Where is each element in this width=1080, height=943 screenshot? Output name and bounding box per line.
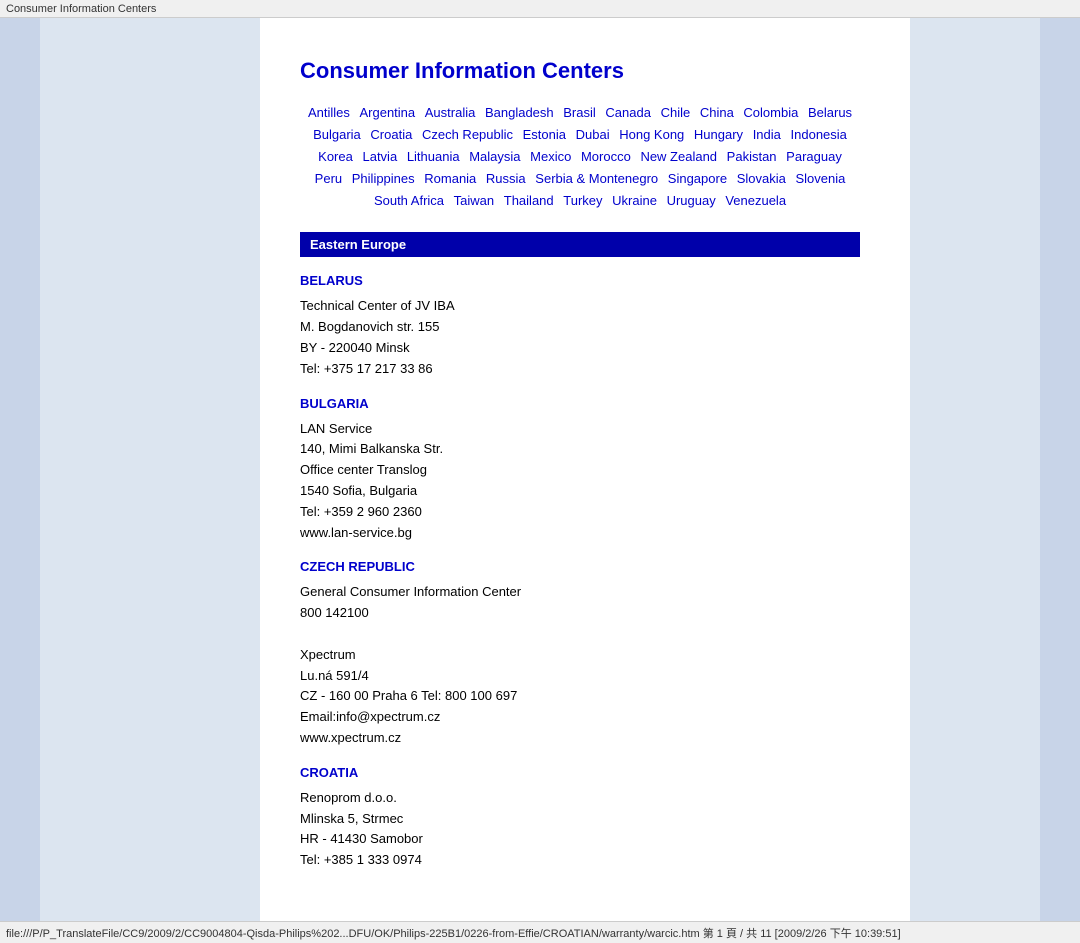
link-canada[interactable]: Canada <box>605 105 651 120</box>
country-info-bulgaria: LAN Service 140, Mimi Balkanska Str. Off… <box>300 419 860 544</box>
link-china[interactable]: China <box>700 105 734 120</box>
link-venezuela[interactable]: Venezuela <box>725 193 786 208</box>
link-australia[interactable]: Australia <box>425 105 476 120</box>
country-block-belarus: BELARUS Technical Center of JV IBA M. Bo… <box>300 273 860 379</box>
link-peru[interactable]: Peru <box>315 171 342 186</box>
link-ukraine[interactable]: Ukraine <box>612 193 657 208</box>
link-taiwan[interactable]: Taiwan <box>454 193 494 208</box>
country-info-czech-republic: General Consumer Information Center 800 … <box>300 582 860 748</box>
link-philippines[interactable]: Philippines <box>352 171 415 186</box>
country-name-croatia: CROATIA <box>300 765 860 780</box>
link-dubai[interactable]: Dubai <box>576 127 610 142</box>
link-antilles[interactable]: Antilles <box>308 105 350 120</box>
link-romania[interactable]: Romania <box>424 171 476 186</box>
link-uruguay[interactable]: Uruguay <box>667 193 716 208</box>
status-bar: file:///P/P_TranslateFile/CC9/2009/2/CC9… <box>0 921 1080 943</box>
link-hong-kong[interactable]: Hong Kong <box>619 127 684 142</box>
region-header: Eastern Europe <box>300 232 860 257</box>
right-panel <box>1040 18 1080 921</box>
right-inner-panel <box>910 18 1040 921</box>
link-belarus[interactable]: Belarus <box>808 105 852 120</box>
country-name-bulgaria: BULGARIA <box>300 396 860 411</box>
status-bar-text: file:///P/P_TranslateFile/CC9/2009/2/CC9… <box>6 925 901 941</box>
content-area: Consumer Information Centers Antilles Ar… <box>260 18 910 921</box>
link-serbia[interactable]: Serbia & Montenegro <box>535 171 658 186</box>
link-estonia[interactable]: Estonia <box>523 127 566 142</box>
link-colombia[interactable]: Colombia <box>743 105 798 120</box>
left-panel <box>0 18 40 921</box>
link-morocco[interactable]: Morocco <box>581 149 631 164</box>
country-block-bulgaria: BULGARIA LAN Service 140, Mimi Balkanska… <box>300 396 860 544</box>
link-lithuania[interactable]: Lithuania <box>407 149 460 164</box>
link-pakistan[interactable]: Pakistan <box>727 149 777 164</box>
page-title: Consumer Information Centers <box>300 58 860 84</box>
title-bar: Consumer Information Centers <box>0 0 1080 18</box>
country-name-belarus: BELARUS <box>300 273 860 288</box>
country-name-czech-republic: CZECH REPUBLIC <box>300 559 860 574</box>
link-south-africa[interactable]: South Africa <box>374 193 444 208</box>
country-info-croatia: Renoprom d.o.o. Mlinska 5, Strmec HR - 4… <box>300 788 860 871</box>
link-india[interactable]: India <box>753 127 781 142</box>
link-thailand[interactable]: Thailand <box>504 193 554 208</box>
link-czech-republic[interactable]: Czech Republic <box>422 127 513 142</box>
title-bar-text: Consumer Information Centers <box>6 3 156 15</box>
link-argentina[interactable]: Argentina <box>359 105 415 120</box>
left-inner-panel <box>40 18 260 921</box>
link-slovakia[interactable]: Slovakia <box>737 171 786 186</box>
link-singapore[interactable]: Singapore <box>668 171 727 186</box>
link-mexico[interactable]: Mexico <box>530 149 571 164</box>
link-hungary[interactable]: Hungary <box>694 127 743 142</box>
link-korea[interactable]: Korea <box>318 149 353 164</box>
link-paraguay[interactable]: Paraguay <box>786 149 842 164</box>
link-bulgaria[interactable]: Bulgaria <box>313 127 361 142</box>
link-latvia[interactable]: Latvia <box>362 149 397 164</box>
link-chile[interactable]: Chile <box>661 105 691 120</box>
country-links: Antilles Argentina Australia Bangladesh … <box>300 102 860 212</box>
link-indonesia[interactable]: Indonesia <box>791 127 847 142</box>
link-malaysia[interactable]: Malaysia <box>469 149 520 164</box>
country-info-belarus: Technical Center of JV IBA M. Bogdanovic… <box>300 296 860 379</box>
country-block-croatia: CROATIA Renoprom d.o.o. Mlinska 5, Strme… <box>300 765 860 871</box>
country-block-czech-republic: CZECH REPUBLIC General Consumer Informat… <box>300 559 860 748</box>
link-croatia[interactable]: Croatia <box>370 127 412 142</box>
link-brasil[interactable]: Brasil <box>563 105 596 120</box>
link-bangladesh[interactable]: Bangladesh <box>485 105 554 120</box>
link-slovenia[interactable]: Slovenia <box>795 171 845 186</box>
link-new-zealand[interactable]: New Zealand <box>640 149 717 164</box>
link-turkey[interactable]: Turkey <box>563 193 602 208</box>
link-russia[interactable]: Russia <box>486 171 526 186</box>
